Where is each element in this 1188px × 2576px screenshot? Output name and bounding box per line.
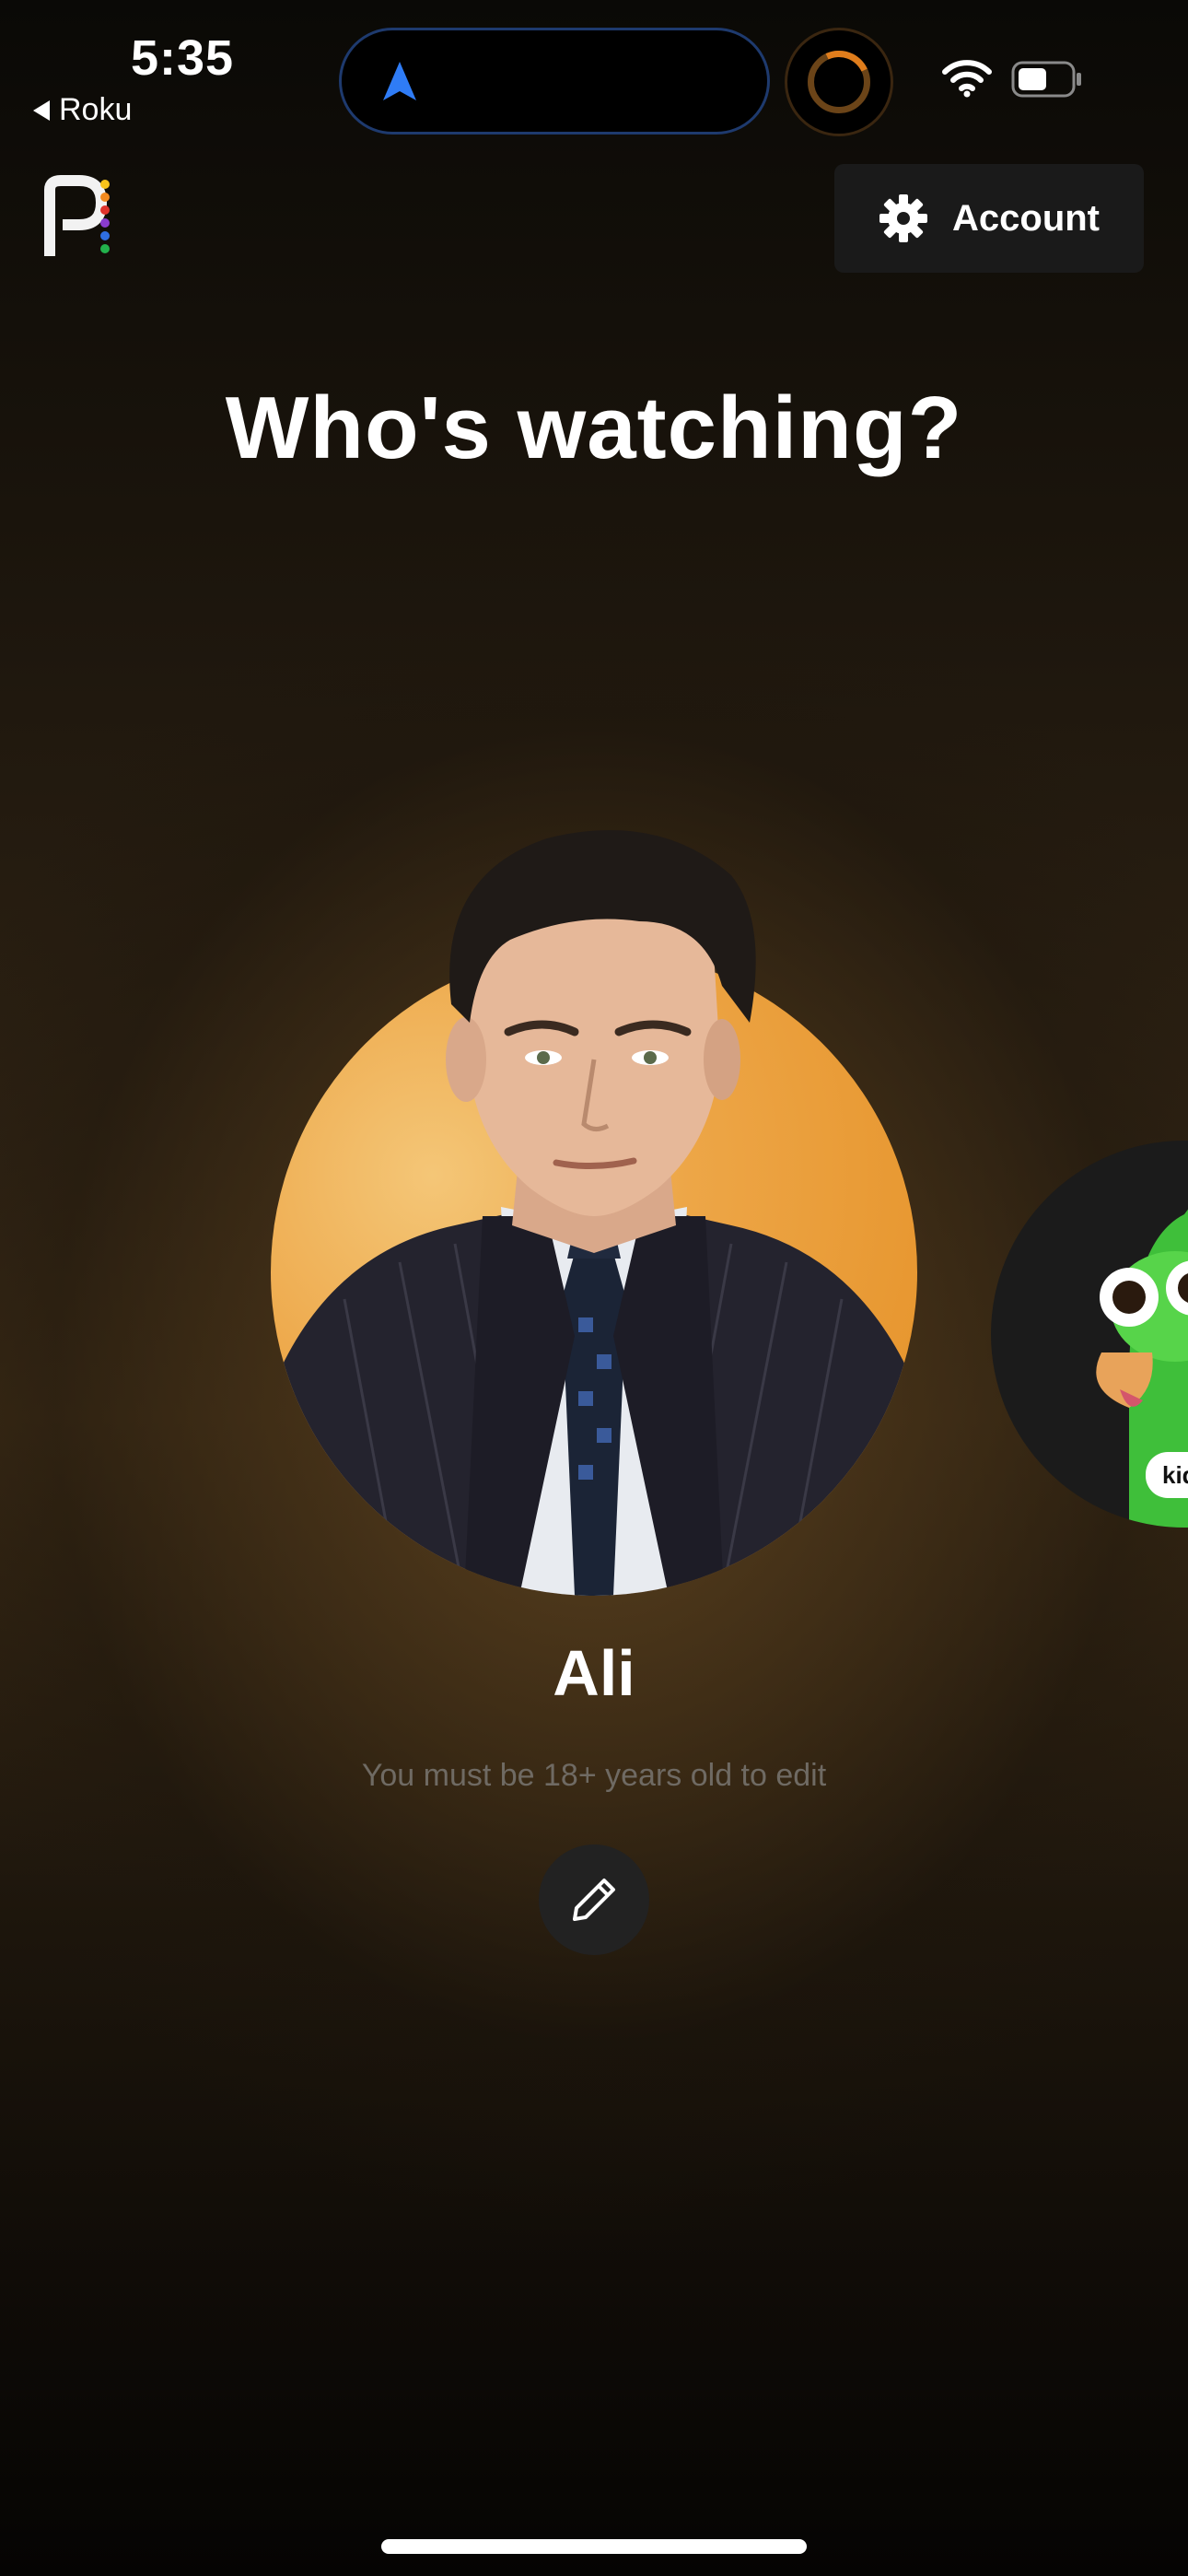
wifi-icon bbox=[942, 60, 992, 98]
status-time: 5:35 bbox=[131, 30, 235, 86]
dynamic-island bbox=[339, 28, 770, 135]
gear-icon bbox=[879, 194, 927, 242]
kids-badge: kid bbox=[1146, 1452, 1188, 1498]
profile-name: Ali bbox=[553, 1637, 635, 1709]
account-button[interactable]: Account bbox=[834, 164, 1144, 273]
pencil-icon bbox=[573, 1879, 615, 1921]
back-label: Roku bbox=[59, 92, 133, 127]
peacock-logo[interactable] bbox=[42, 173, 116, 265]
edit-profile-button[interactable] bbox=[539, 1844, 649, 1955]
page-title: Who's watching? bbox=[225, 379, 963, 477]
back-to-roku-button[interactable]: Roku bbox=[33, 92, 132, 128]
activity-ring-icon bbox=[785, 28, 893, 136]
home-indicator[interactable] bbox=[381, 2539, 807, 2554]
back-arrow-icon bbox=[33, 100, 50, 121]
edit-restriction-note: You must be 18+ years old to edit bbox=[361, 1758, 827, 1793]
location-arrow-icon bbox=[383, 62, 416, 100]
account-label: Account bbox=[952, 197, 1100, 239]
profile-picker-screen: 5:35 Roku Account Who's watching? ki Ali… bbox=[0, 0, 1188, 2576]
man-in-suit-portrait bbox=[271, 830, 917, 1596]
battery-icon bbox=[1011, 61, 1081, 98]
